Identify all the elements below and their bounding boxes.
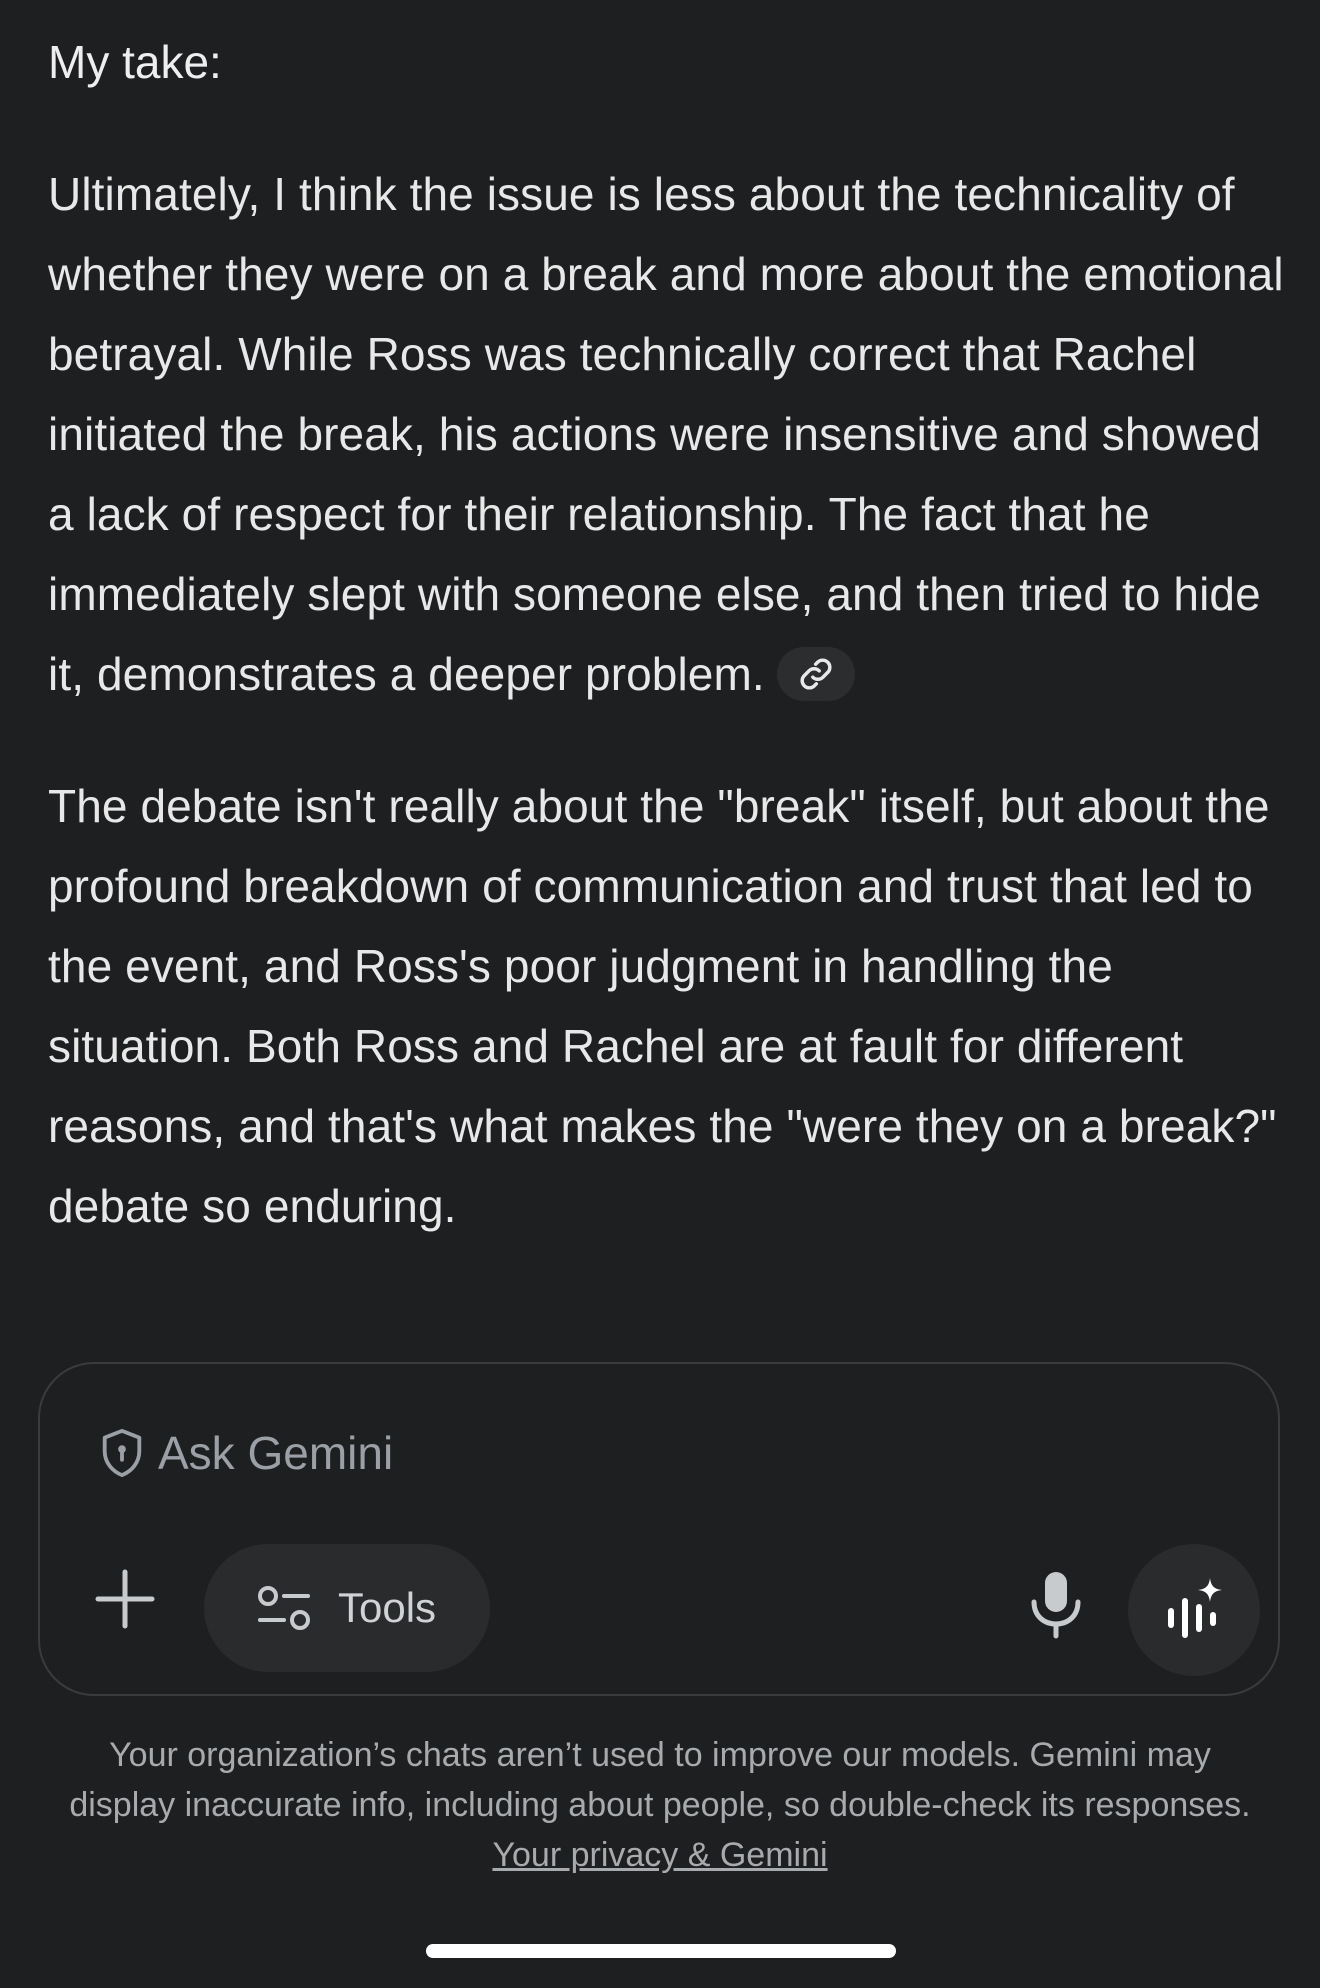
gemini-live-button[interactable] xyxy=(1128,1544,1260,1676)
tools-sliders-icon xyxy=(258,1586,310,1630)
prompt-input[interactable]: Ask Gemini xyxy=(100,1426,393,1480)
response-paragraph-1-text: Ultimately, I think the issue is less ab… xyxy=(48,168,1284,700)
gemini-live-icon xyxy=(1168,1578,1222,1638)
tools-button[interactable]: Tools xyxy=(204,1544,490,1672)
citation-link-chip[interactable] xyxy=(776,646,855,701)
response-heading: My take: xyxy=(48,36,222,88)
model-response: My take: Ultimately, I think the issue i… xyxy=(48,22,1288,1298)
response-paragraph-1: Ultimately, I think the issue is less ab… xyxy=(48,154,1288,714)
add-button[interactable] xyxy=(90,1564,160,1634)
tools-label: Tools xyxy=(338,1584,437,1631)
privacy-link[interactable]: Your privacy & Gemini xyxy=(492,1836,827,1874)
home-indicator[interactable] xyxy=(426,1944,896,1958)
link-icon xyxy=(800,658,832,690)
microphone-button[interactable] xyxy=(1016,1564,1096,1644)
prompt-composer: Ask Gemini Tools xyxy=(38,1362,1280,1696)
prompt-placeholder: Ask Gemini xyxy=(158,1427,394,1479)
shield-icon xyxy=(102,1428,142,1478)
response-paragraph-2: The debate isn't really about the "break… xyxy=(48,780,1277,1232)
microphone-icon xyxy=(1031,1572,1081,1639)
plus-icon xyxy=(95,1569,155,1629)
disclaimer-text: Your organization’s chats aren’t used to… xyxy=(69,1736,1251,1824)
disclaimer: Your organization’s chats aren’t used to… xyxy=(60,1730,1260,1880)
